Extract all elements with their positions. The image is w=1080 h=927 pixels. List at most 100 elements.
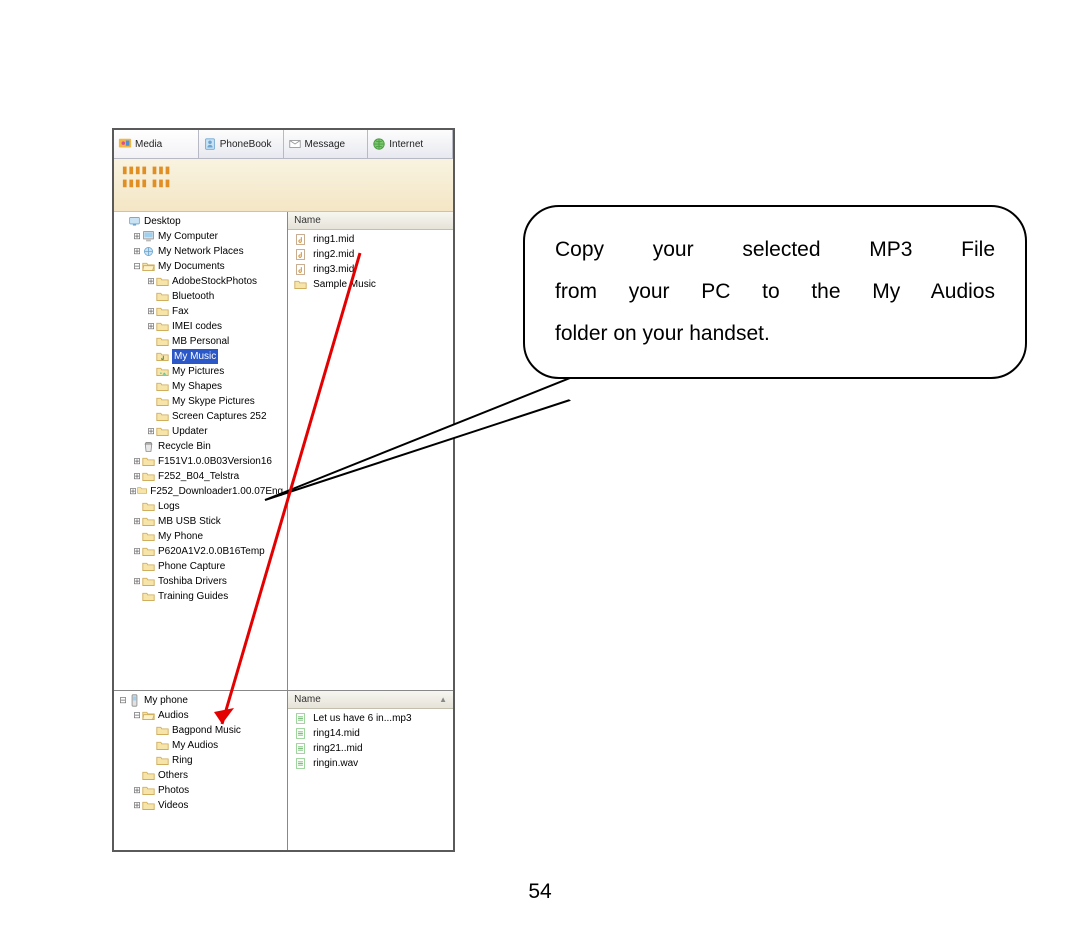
tree-item[interactable]: Logs bbox=[114, 499, 287, 514]
tree-item[interactable]: My Skype Pictures bbox=[114, 394, 287, 409]
tree-item[interactable]: My Shapes bbox=[114, 379, 287, 394]
tree-item-label: My Pictures bbox=[172, 364, 224, 379]
tree-item[interactable]: ⊞Updater bbox=[114, 424, 287, 439]
pc-file-pane[interactable]: Name ring1.midring2.midring3.midSample M… bbox=[288, 212, 453, 690]
tree-item-label: My Shapes bbox=[172, 379, 222, 394]
tree-item[interactable]: Bagpond Music bbox=[114, 723, 287, 738]
pc-tree-pane[interactable]: Desktop⊞My Computer⊞My Network Places⊟My… bbox=[114, 212, 288, 690]
tab-label: Media bbox=[135, 139, 162, 150]
tab-internet[interactable]: Internet bbox=[368, 130, 453, 158]
tree-toggle-icon[interactable]: ⊞ bbox=[146, 424, 156, 439]
tree-item[interactable]: Training Guides bbox=[114, 589, 287, 604]
tree-toggle-icon[interactable]: ⊞ bbox=[132, 229, 142, 244]
tree-toggle-icon[interactable]: ⊞ bbox=[129, 484, 137, 499]
tree-item-label: My Network Places bbox=[158, 244, 244, 259]
tree-item[interactable]: ⊞ Fax bbox=[114, 304, 287, 319]
tree-toggle-icon[interactable]: ⊟ bbox=[118, 693, 128, 708]
tree-toggle-icon[interactable]: ⊞ bbox=[132, 454, 142, 469]
folder-icon bbox=[142, 515, 155, 528]
tree-item[interactable]: MB Personal bbox=[114, 334, 287, 349]
tree-item[interactable]: ⊞ Photos bbox=[114, 783, 287, 798]
tree-item[interactable]: ⊞F252_B04_Telstra bbox=[114, 469, 287, 484]
folder-icon bbox=[156, 739, 169, 752]
tree-item[interactable]: ⊞P620A1V2.0.0B16Temp bbox=[114, 544, 287, 559]
file-item-label: ring21..mid bbox=[313, 741, 362, 756]
file-item[interactable]: ring2.mid bbox=[288, 247, 453, 262]
file-item[interactable]: ring14.mid bbox=[288, 726, 453, 741]
tree-item[interactable]: ⊞My Computer bbox=[114, 229, 287, 244]
tree-item[interactable]: My Phone bbox=[114, 529, 287, 544]
tab-message[interactable]: Message bbox=[284, 130, 369, 158]
tree-item[interactable]: My Audios bbox=[114, 738, 287, 753]
file-item[interactable]: Let us have 6 in...mp3 bbox=[288, 711, 453, 726]
file-item[interactable]: Sample Music bbox=[288, 277, 453, 292]
tree-item[interactable]: Screen Captures 252 bbox=[114, 409, 287, 424]
tree-item-label: MB Personal bbox=[172, 334, 229, 349]
tree-item-label: Fax bbox=[172, 304, 189, 319]
tree-item[interactable]: ⊞Toshiba Drivers bbox=[114, 574, 287, 589]
tree-item-label: MB USB Stick bbox=[158, 514, 221, 529]
tree-item-label: My Skype Pictures bbox=[172, 394, 255, 409]
folder-icon bbox=[156, 380, 169, 393]
tree-item-label: Photos bbox=[158, 783, 189, 798]
tree-item[interactable]: Recycle Bin bbox=[114, 439, 287, 454]
phone-file-pane[interactable]: Name ▲ Let us have 6 in...mp3ring14.midr… bbox=[288, 691, 453, 852]
tree-toggle-icon[interactable]: ⊞ bbox=[146, 319, 156, 334]
netplaces-icon bbox=[142, 245, 155, 258]
tree-toggle-icon[interactable]: ⊞ bbox=[132, 783, 142, 798]
tree-item-label: Bluetooth bbox=[172, 289, 214, 304]
tree-toggle-icon[interactable]: ⊟ bbox=[132, 708, 142, 723]
tree-item[interactable]: ⊞ AdobeStockPhotos bbox=[114, 274, 287, 289]
panel-area: Desktop⊞My Computer⊞My Network Places⊟My… bbox=[114, 212, 453, 852]
file-item[interactable]: ring1.mid bbox=[288, 232, 453, 247]
tree-item[interactable]: ⊞F151V1.0.0B03Version16 bbox=[114, 454, 287, 469]
page-number: 54 bbox=[0, 880, 1080, 904]
tree-item[interactable]: Bluetooth bbox=[114, 289, 287, 304]
tree-toggle-icon[interactable]: ⊞ bbox=[132, 514, 142, 529]
callout-line: folder on your handset. bbox=[555, 313, 995, 355]
column-name: Name bbox=[294, 694, 439, 705]
tree-item[interactable]: ⊞Videos bbox=[114, 798, 287, 813]
tree-toggle-icon[interactable]: ⊞ bbox=[146, 274, 156, 289]
tree-toggle-icon[interactable]: ⊞ bbox=[132, 469, 142, 484]
tree-item-label: AdobeStockPhotos bbox=[172, 274, 257, 289]
tree-item[interactable]: ⊟ My phone bbox=[114, 693, 287, 708]
tree-toggle-icon[interactable]: ⊞ bbox=[146, 304, 156, 319]
tree-item[interactable]: Desktop bbox=[114, 214, 287, 229]
tab-media[interactable]: Media bbox=[114, 130, 199, 158]
pc-panel-row: Desktop⊞My Computer⊞My Network Places⊟My… bbox=[114, 212, 453, 691]
tree-item[interactable]: Others bbox=[114, 768, 287, 783]
file-item[interactable]: ring3.mid bbox=[288, 262, 453, 277]
phone-tree-pane[interactable]: ⊟My phone⊟AudiosBagpond MusicMy AudiosRi… bbox=[114, 691, 288, 852]
file-item[interactable]: ring21..mid bbox=[288, 741, 453, 756]
tree-item[interactable]: ⊞ My Network Places bbox=[114, 244, 287, 259]
tree-toggle-icon[interactable]: ⊟ bbox=[132, 259, 142, 274]
file-item[interactable]: ringin.wav bbox=[288, 756, 453, 771]
folder-icon bbox=[142, 470, 155, 483]
tree-toggle-icon[interactable]: ⊞ bbox=[132, 798, 142, 813]
tree-item-label: My phone bbox=[144, 693, 188, 708]
tree-toggle-icon[interactable]: ⊞ bbox=[132, 574, 142, 589]
tree-item[interactable]: Ring bbox=[114, 753, 287, 768]
folder-open-icon bbox=[142, 709, 155, 722]
tree-item-label: IMEI codes bbox=[172, 319, 222, 334]
tab-phonebook[interactable]: PhoneBook bbox=[199, 130, 284, 158]
pc-list-header[interactable]: Name bbox=[288, 212, 453, 230]
phone-list-header[interactable]: Name ▲ bbox=[288, 691, 453, 709]
tree-item[interactable]: My Music bbox=[114, 349, 287, 364]
phone-icon bbox=[128, 694, 141, 707]
callout-line: from your PC to the My Audios bbox=[555, 271, 995, 313]
folder-icon bbox=[156, 305, 169, 318]
folder-icon bbox=[142, 784, 155, 797]
toolbar-icons: ▮▮▮▮ ▮▮▮▮▮▮▮ ▮▮▮ bbox=[122, 164, 445, 190]
tree-item[interactable]: ⊟My Documents bbox=[114, 259, 287, 274]
tree-item[interactable]: ⊞F252_Downloader1.00.07Eng bbox=[114, 484, 287, 499]
tree-item[interactable]: ⊟Audios bbox=[114, 708, 287, 723]
tree-item[interactable]: ⊞ MB USB Stick bbox=[114, 514, 287, 529]
tree-toggle-icon[interactable]: ⊞ bbox=[132, 544, 142, 559]
tree-toggle-icon[interactable]: ⊞ bbox=[132, 244, 142, 259]
message-icon bbox=[288, 137, 302, 151]
tree-item[interactable]: ⊞ IMEI codes bbox=[114, 319, 287, 334]
tree-item[interactable]: Phone Capture bbox=[114, 559, 287, 574]
tree-item[interactable]: My Pictures bbox=[114, 364, 287, 379]
